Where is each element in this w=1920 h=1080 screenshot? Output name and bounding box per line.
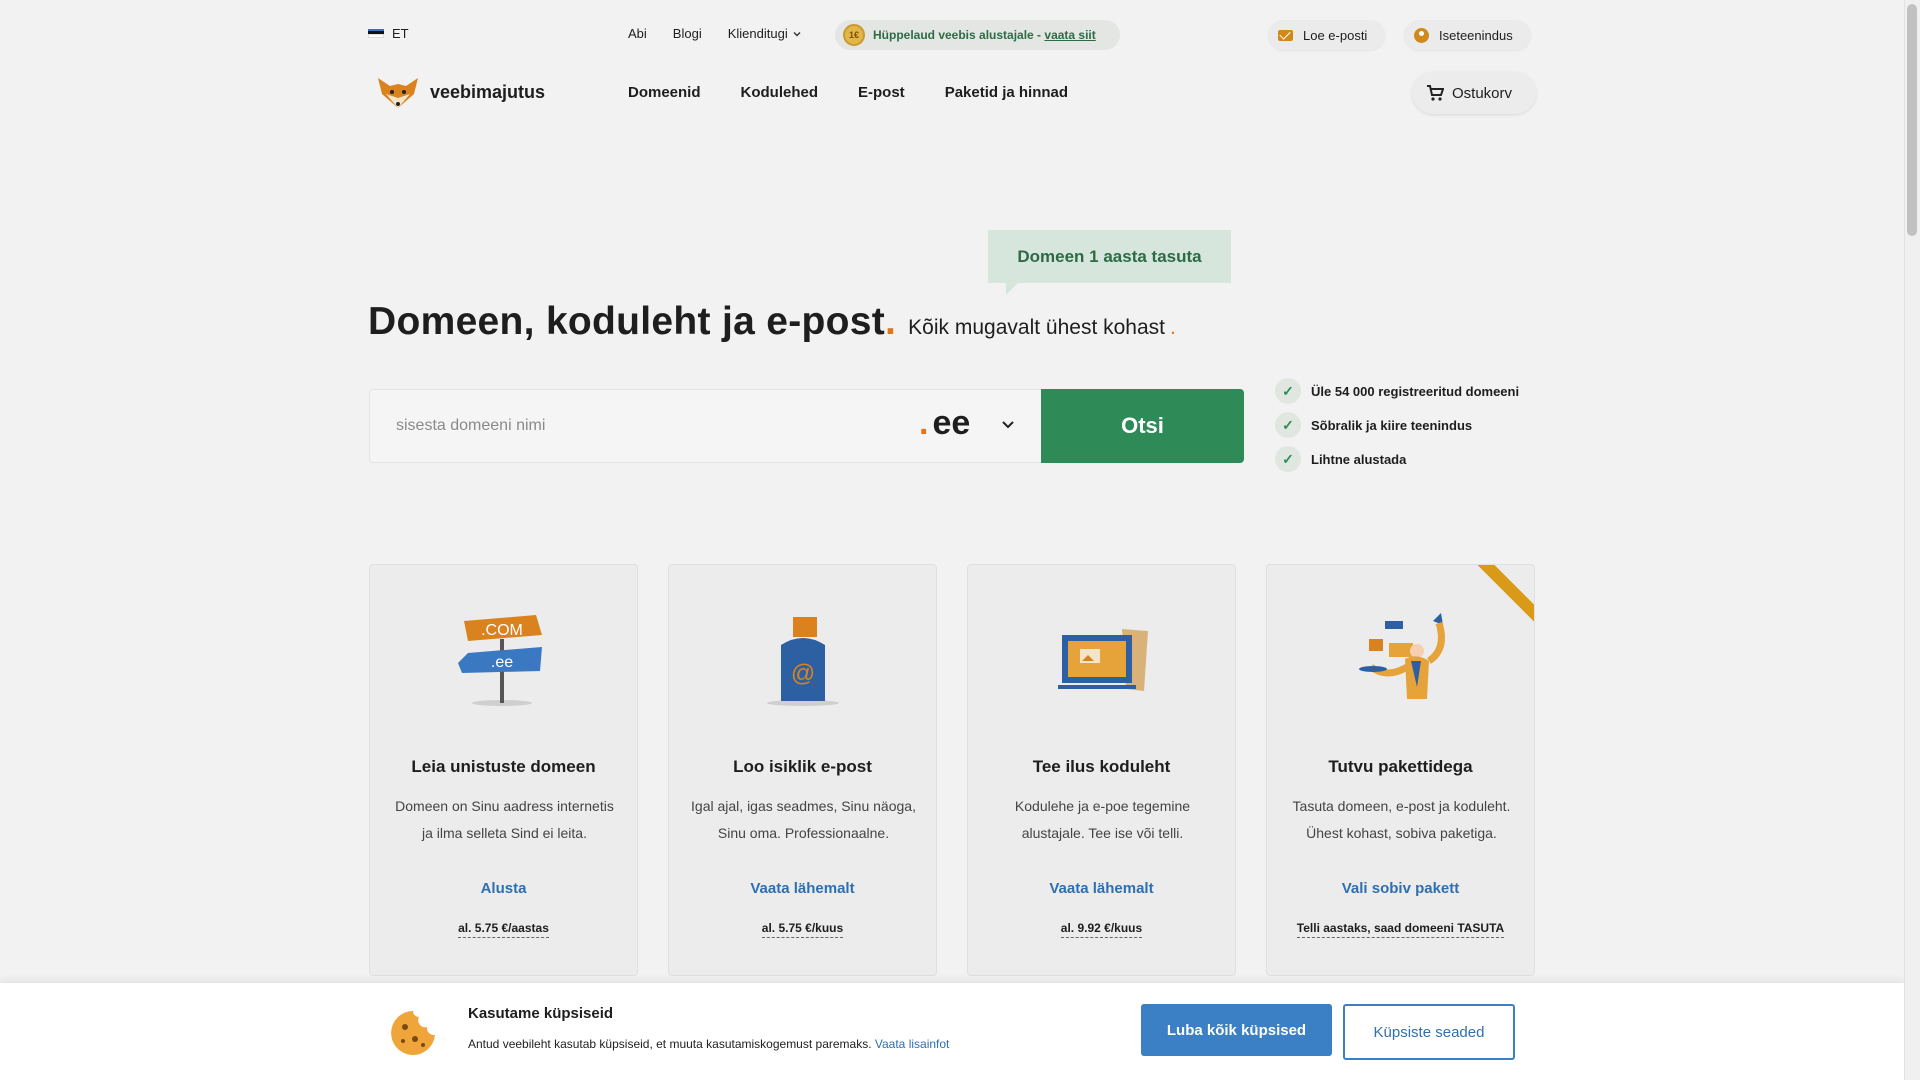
- mailbox-icon: @: [767, 617, 839, 706]
- fox-logo-icon: [378, 78, 418, 108]
- juggler-icon: [1359, 613, 1445, 699]
- card-link[interactable]: Vaata lähemalt: [669, 880, 936, 897]
- card-domain[interactable]: .COM .ee Leia unistuste domeen Domeen on…: [369, 564, 638, 976]
- read-mail-label: Loe e-posti: [1303, 27, 1368, 43]
- signpost-icon: .COM .ee: [458, 615, 542, 706]
- chevron-down-icon[interactable]: [1000, 416, 1016, 432]
- tld-dot: .: [919, 404, 929, 442]
- self-service-label: Iseteenindus: [1439, 27, 1513, 43]
- card-link[interactable]: Alusta: [370, 880, 637, 897]
- nav-item-websites[interactable]: Kodulehed: [741, 84, 819, 101]
- check-icon: ✓: [1275, 446, 1301, 472]
- free-domain-badge: Domeen 1 aasta tasuta: [988, 230, 1231, 295]
- search-button[interactable]: Otsi: [1041, 389, 1244, 463]
- cookie-more-info-link[interactable]: Vaata lisainfot: [875, 1037, 950, 1051]
- tld-selector[interactable]: . ee: [919, 404, 970, 443]
- cart-icon: [1426, 85, 1444, 101]
- self-service-button[interactable]: Iseteenindus: [1404, 20, 1531, 50]
- top-utility-bar: ET Abi Blogi Klienditugi 1€ Hüppelaud ve…: [368, 20, 1536, 50]
- cookie-title: Kasutame küpsiseid: [468, 1005, 614, 1022]
- card-price[interactable]: al. 5.75 €/kuus: [669, 921, 936, 938]
- feature-item: ✓ Sõbralik ja kiire teenindus: [1275, 408, 1519, 442]
- estonian-flag-icon: [368, 29, 384, 38]
- read-mail-button[interactable]: Loe e-posti: [1268, 20, 1386, 50]
- mail-icon: [1278, 29, 1293, 41]
- card-price[interactable]: al. 9.92 €/kuus: [968, 921, 1235, 938]
- card-title: Tutvu pakettidega: [1328, 757, 1473, 776]
- page-subtitle: Kõik mugavalt ühest kohast: [908, 316, 1165, 339]
- card-packages[interactable]: Tutvu pakettidega Tasuta domeen, e-post …: [1266, 564, 1535, 976]
- cookie-settings-button[interactable]: Küpsiste seaded: [1343, 1004, 1515, 1060]
- language-selector[interactable]: ET: [368, 26, 409, 41]
- customer-support-menu[interactable]: Klienditugi: [728, 26, 802, 41]
- coin-icon: 1€: [843, 24, 865, 46]
- tld-value: ee: [932, 404, 971, 442]
- user-icon: [1414, 27, 1429, 43]
- feature-label: Sõbralik ja kiire teenindus: [1311, 417, 1473, 433]
- check-icon: ✓: [1275, 378, 1301, 404]
- feature-item: ✓ Üle 54 000 registreeritud domeeni: [1275, 374, 1519, 408]
- check-icon: ✓: [1275, 412, 1301, 438]
- card-title: Tee ilus koduleht: [1032, 757, 1171, 776]
- help-link[interactable]: Abi: [628, 26, 647, 41]
- feature-item: ✓ Lihtne alustada: [1275, 442, 1519, 476]
- cart-button[interactable]: Ostukorv: [1411, 72, 1536, 114]
- sign-com-label: .COM: [481, 622, 523, 639]
- card-description: Tasuta domeen, e-post ja koduleht. Ühest…: [1292, 798, 1511, 841]
- nav-item-email[interactable]: E-post: [858, 84, 905, 101]
- cookie-banner: Kasutame küpsiseid Antud veebileht kasut…: [0, 983, 1904, 1080]
- page: ET Abi Blogi Klienditugi 1€ Hüppelaud ve…: [0, 0, 1904, 1080]
- card-link[interactable]: Vaata lähemalt: [968, 880, 1235, 897]
- svg-text:@: @: [791, 660, 815, 687]
- card-description: Kodulehe ja e-poe tegemine alustajale. T…: [1014, 798, 1191, 841]
- cart-label: Ostukorv: [1451, 84, 1512, 102]
- hero-headline: Domeen, koduleht ja e-post. Kõik mugaval…: [368, 300, 1176, 344]
- feature-label: Üle 54 000 registreeritud domeeni: [1311, 383, 1520, 399]
- nav-item-packages[interactable]: Paketid ja hinnad: [945, 84, 1068, 101]
- main-nav: veebimajutus Domeenid Kodulehed E-post P…: [368, 70, 1536, 118]
- feature-label: Lihtne alustada: [1311, 451, 1407, 467]
- card-description: Igal ajal, igas seadmes, Sinu näoga, Sin…: [691, 798, 916, 841]
- domain-search-input[interactable]: [370, 390, 910, 462]
- logo-text: veebimajutus: [430, 81, 546, 102]
- card-title: Leia unistuste domeen: [411, 757, 596, 776]
- customer-support-label: Klienditugi: [727, 26, 788, 41]
- promo-text: Hüppelaud veebis alustajale - vaata siit: [873, 28, 1096, 42]
- cookie-icon: [391, 1011, 435, 1055]
- cookie-text: Antud veebileht kasutab küpsiseid, et mu…: [468, 1037, 950, 1051]
- service-cards: .COM .ee Leia unistuste domeen Domeen on…: [369, 564, 1535, 976]
- language-label: ET: [392, 26, 409, 41]
- monitor-icon: [1058, 629, 1148, 691]
- card-price[interactable]: al. 5.75 €/aastas: [370, 921, 637, 938]
- title-dot: .: [885, 300, 897, 343]
- corner-ribbon: [1450, 565, 1534, 637]
- top-links: Abi Blogi Klienditugi: [628, 26, 802, 41]
- page-title: Domeen, koduleht ja e-post: [368, 300, 886, 343]
- card-price[interactable]: Telli aastaks, saad domeeni TASUTA: [1267, 921, 1534, 938]
- scrollbar[interactable]: [1904, 0, 1920, 1080]
- card-title: Loo isiklik e-post: [733, 757, 872, 776]
- chevron-down-icon: [793, 31, 801, 36]
- allow-all-cookies-button[interactable]: Luba kõik küpsised: [1141, 1004, 1332, 1056]
- promo-banner[interactable]: 1€ Hüppelaud veebis alustajale - vaata s…: [835, 20, 1120, 50]
- sign-ee-label: .ee: [491, 654, 513, 671]
- subtitle-dot: .: [1169, 316, 1176, 339]
- blog-link[interactable]: Blogi: [673, 26, 702, 41]
- feature-list: ✓ Üle 54 000 registreeritud domeeni ✓ Sõbr…: [1275, 374, 1519, 476]
- logo[interactable]: veebimajutus: [376, 74, 545, 110]
- card-description: Domeen on Sinu aadress internetis ja ilm…: [395, 798, 614, 841]
- promo-link[interactable]: vaata siit: [1044, 28, 1095, 42]
- nav-item-domains[interactable]: Domeenid: [628, 84, 701, 101]
- card-email[interactable]: @ Loo isiklik e-post Igal ajal, igas sea…: [668, 564, 937, 976]
- domain-search: .ee Otsi: [369, 389, 1244, 463]
- scrollbar-thumb[interactable]: [1907, 4, 1917, 236]
- nav-links: Domeenid Kodulehed E-post Paketid ja hin…: [628, 84, 1068, 101]
- card-link[interactable]: Vali sobiv pakett: [1267, 880, 1534, 897]
- card-website[interactable]: Tee ilus koduleht Kodulehe ja e-poe tege…: [967, 564, 1236, 976]
